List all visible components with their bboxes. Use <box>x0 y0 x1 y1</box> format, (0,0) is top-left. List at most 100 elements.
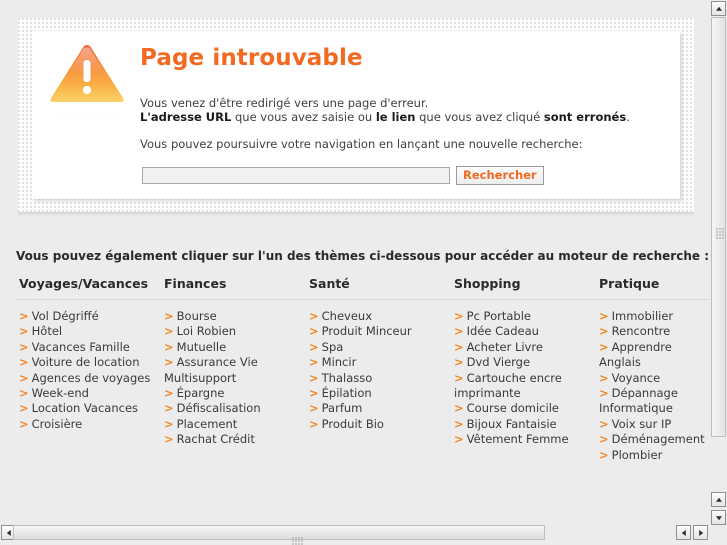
theme-column-voyages-vacances: Voyages/Vacances > Vol Dégriffé > Hôtel > V… <box>16 276 161 463</box>
list-item[interactable]: > Location Vacances <box>16 401 161 416</box>
list-item[interactable]: > Déménagement <box>596 432 710 447</box>
scroll-down-button[interactable] <box>711 510 726 525</box>
theme-link-label: Rencontre <box>611 324 671 339</box>
list-item[interactable]: > Produit Minceur <box>306 324 451 339</box>
theme-link-label: Apprendre Anglais <box>599 339 672 370</box>
theme-link-label: Croisière <box>31 416 83 431</box>
theme-link-label: Dépannage Informatique <box>599 386 678 416</box>
chevron-right-icon: > <box>599 309 609 323</box>
list-item[interactable]: > Bijoux Fantaisie <box>451 417 596 432</box>
theme-link-label: Loi Robien <box>176 324 237 339</box>
list-item[interactable]: > Acheter Livre <box>451 340 596 355</box>
theme-link-label: Rachat Crédit <box>176 432 255 447</box>
list-item[interactable]: > Parfum <box>306 401 451 416</box>
theme-link-label: Thalasso <box>321 370 373 385</box>
theme-link-label: Mincir <box>321 355 357 370</box>
list-item[interactable]: > Épilation <box>306 386 451 401</box>
list-item[interactable]: > Cheveux <box>306 309 451 324</box>
list-item[interactable]: > Loi Robien <box>161 324 306 339</box>
list-item[interactable]: > Course domicile <box>451 401 596 416</box>
theme-link-label: Produit Bio <box>321 416 384 431</box>
vertical-scroll-thumb[interactable] <box>711 17 726 437</box>
search-button[interactable]: Rechercher <box>456 166 544 185</box>
chevron-right-icon: > <box>19 355 29 370</box>
column-title: Pratique <box>596 276 710 300</box>
theme-column-sante: Santé > Cheveux > Produit Minceur > Spa > Mi… <box>306 276 451 463</box>
list-item[interactable]: > Mutuelle <box>161 340 306 355</box>
theme-link-label: Assurance Vie Multisupport <box>164 355 258 385</box>
chevron-right-icon: > <box>164 432 174 447</box>
list-item[interactable]: > Vacances Famille <box>16 340 161 355</box>
page-title: Page introuvable <box>140 45 363 71</box>
chevron-right-icon: > <box>309 309 319 323</box>
list-item[interactable]: > Placement <box>161 417 306 432</box>
theme-link-label: Placement <box>176 416 238 431</box>
scroll-up-button-secondary[interactable] <box>711 492 726 507</box>
list-item[interactable]: > Produit Bio <box>306 417 451 432</box>
list-item[interactable]: > Immobilier <box>596 309 710 324</box>
chevron-right-icon: > <box>454 339 464 354</box>
list-item[interactable]: > Voiture de location <box>16 355 161 370</box>
scroll-right-button[interactable] <box>693 525 708 540</box>
list-item[interactable]: > Assurance Vie Multisupport <box>161 355 306 386</box>
chevron-right-icon: > <box>454 416 464 431</box>
list-item[interactable]: > Rachat Crédit <box>161 432 306 447</box>
list-item[interactable]: > Apprendre Anglais <box>596 340 710 371</box>
theme-link-label: Défiscalisation <box>176 401 261 416</box>
list-item[interactable]: > Spa <box>306 340 451 355</box>
themes-columns: Voyages/Vacances > Vol Dégriffé > Hôtel > V… <box>16 276 710 463</box>
list-item[interactable]: > Thalasso <box>306 371 451 386</box>
list-item[interactable]: > Vêtement Femme <box>451 432 596 447</box>
chevron-right-icon: > <box>164 324 174 339</box>
theme-link-label: Week-end <box>31 386 89 401</box>
list-item[interactable]: > Croisière <box>16 417 161 432</box>
chevron-right-icon: > <box>309 416 319 431</box>
chevron-right-icon: > <box>19 309 29 323</box>
scroll-left-button-secondary[interactable] <box>676 525 691 540</box>
theme-link-label: Immobilier <box>611 309 674 323</box>
theme-link-label: Cartouche encre imprimante <box>454 370 562 401</box>
theme-link-label: Épilation <box>321 386 372 401</box>
horizontal-scroll-thumb[interactable] <box>13 525 545 545</box>
list-item[interactable]: > Plombier <box>596 448 710 463</box>
list-item[interactable]: > Bourse <box>161 309 306 324</box>
list-item[interactable]: > Défiscalisation <box>161 401 306 416</box>
theme-link-list: > Bourse > Loi Robien > Mutuelle > Assurance… <box>161 309 306 448</box>
column-title: Santé <box>306 276 451 300</box>
list-item[interactable]: > Week-end <box>16 386 161 401</box>
theme-link-label: Course domicile <box>466 401 559 416</box>
list-item[interactable]: > Idée Cadeau <box>451 324 596 339</box>
chevron-right-icon: > <box>309 386 319 401</box>
list-item[interactable]: > Rencontre <box>596 324 710 339</box>
chevron-right-icon: > <box>454 309 464 323</box>
error-message-line-1: Vous venez d'être redirigé vers une page… <box>140 96 429 110</box>
list-item[interactable]: > Vol Dégriffé <box>16 309 161 324</box>
list-item[interactable]: > Mincir <box>306 355 451 370</box>
vertical-scrollbar[interactable] <box>710 0 727 545</box>
list-item[interactable]: > Agences de voyages <box>16 371 161 386</box>
theme-link-label: Produit Minceur <box>321 324 412 339</box>
search-input[interactable] <box>142 167 450 184</box>
theme-column-finances: Finances > Bourse > Loi Robien > Mutuelle >… <box>161 276 306 463</box>
error-bold-url: L'adresse URL <box>140 110 232 124</box>
themes-heading: Vous pouvez également cliquer sur l'un d… <box>16 249 709 263</box>
chevron-right-icon: > <box>19 416 29 431</box>
scroll-up-button[interactable] <box>711 1 726 16</box>
column-title: Shopping <box>451 276 596 300</box>
chevron-right-icon: > <box>19 324 29 339</box>
theme-link-label: Parfum <box>321 401 363 416</box>
theme-link-list: > Vol Dégriffé > Hôtel > Vacances Famille >… <box>16 309 161 432</box>
list-item[interactable]: > Dépannage Informatique <box>596 386 710 417</box>
list-item[interactable]: > Cartouche encre imprimante <box>451 371 596 402</box>
horizontal-scrollbar[interactable] <box>0 517 710 545</box>
list-item[interactable]: > Voix sur IP <box>596 417 710 432</box>
list-item[interactable]: > Voyance <box>596 371 710 386</box>
list-item[interactable]: > Dvd Vierge <box>451 355 596 370</box>
list-item[interactable]: > Hôtel <box>16 324 161 339</box>
chevron-right-icon: > <box>599 432 609 447</box>
list-item[interactable]: > Épargne <box>161 386 306 401</box>
error-message-line-2: L'adresse URL que vous avez saisie ou le… <box>140 110 630 124</box>
chevron-right-icon: > <box>309 401 319 416</box>
theme-link-label: Agences de voyages <box>31 370 151 385</box>
list-item[interactable]: > Pc Portable <box>451 309 596 324</box>
